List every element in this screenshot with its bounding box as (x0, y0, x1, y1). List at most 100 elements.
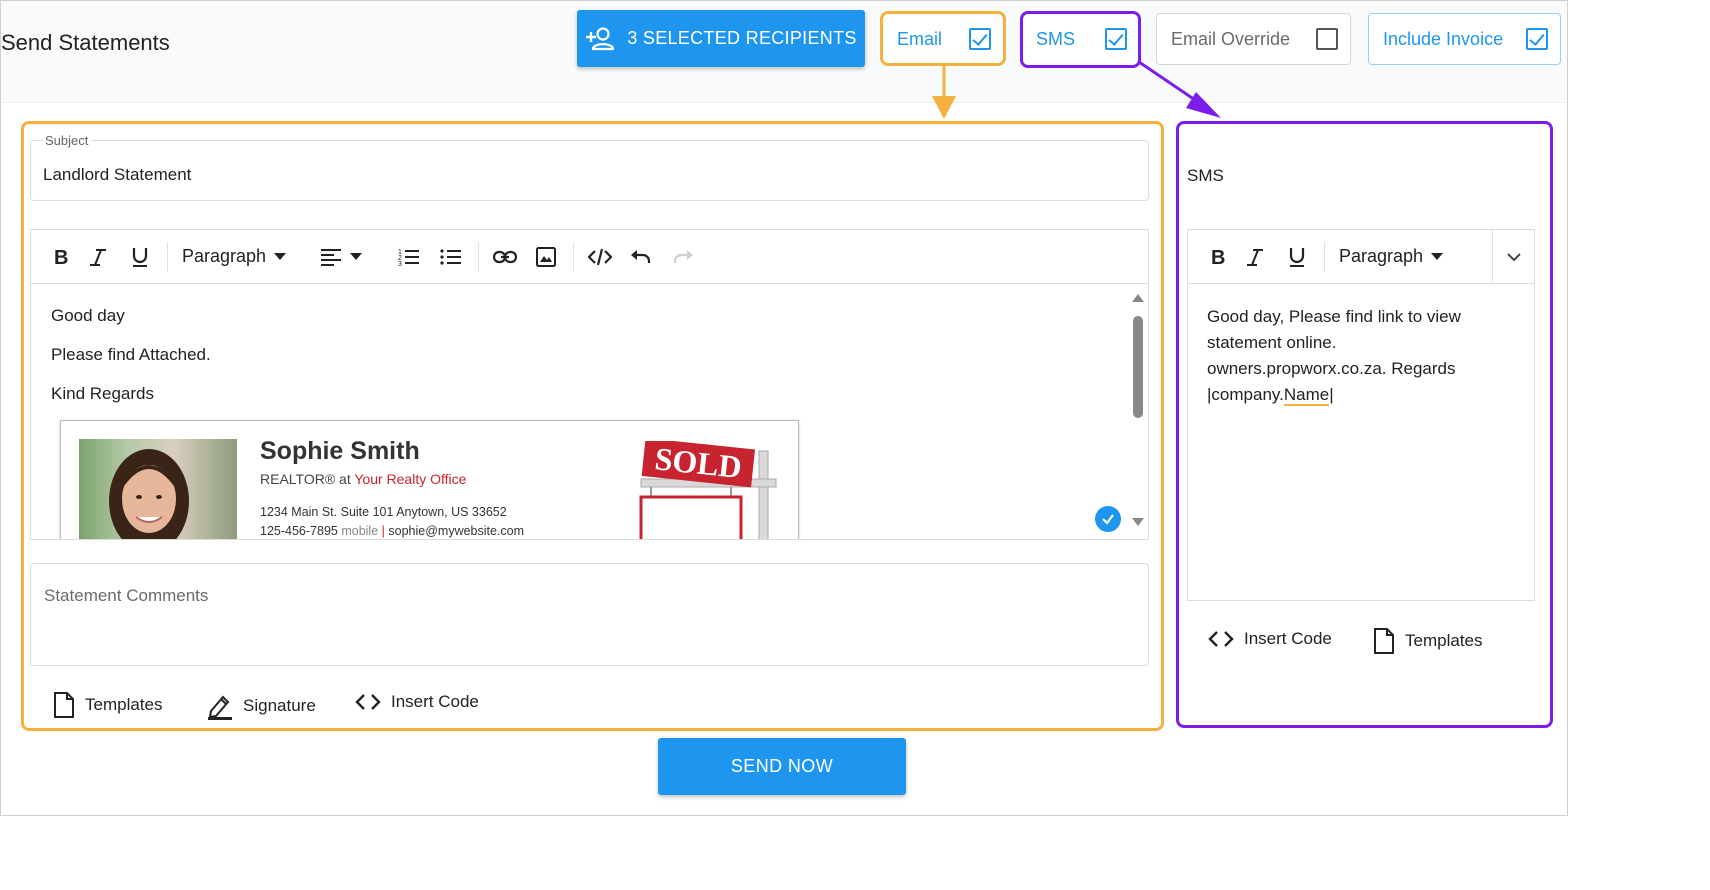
paragraph-format-dropdown[interactable]: Paragraph (174, 237, 294, 277)
statement-comments-placeholder: Statement Comments (44, 586, 209, 605)
ordered-list-button[interactable]: 123 (388, 237, 430, 277)
bold-icon: B (54, 247, 68, 267)
sms-insert-code-button[interactable]: Insert Code (1208, 629, 1332, 649)
document-icon (1374, 628, 1394, 654)
email-body-line: Good day (51, 306, 125, 325)
sms-body-text: Good day, Please find link to view state… (1207, 304, 1527, 408)
scrollbar-thumb[interactable] (1133, 316, 1143, 418)
toolbar-divider (167, 241, 168, 272)
email-templates-label: Templates (85, 695, 163, 714)
sms-body-line: statement online. (1207, 333, 1337, 352)
code-brackets-icon (355, 694, 381, 710)
email-signature-card: Sophie Smith REALTOR® at Your Realty Off… (60, 420, 799, 539)
redo-button[interactable] (662, 237, 704, 277)
sms-toolbar-more-button[interactable] (1492, 230, 1534, 284)
email-editor-toolbar: B Paragraph 123 (30, 229, 1149, 283)
ordered-list-icon: 123 (398, 249, 420, 267)
code-icon (588, 248, 613, 265)
sms-body-line: |company.Name| (1207, 382, 1527, 408)
sold-sign-graphic: SOLD (611, 438, 781, 539)
svg-text:3: 3 (398, 261, 402, 267)
chevron-down-icon (1506, 253, 1521, 262)
underline-icon (132, 247, 148, 267)
subject-field[interactable] (30, 140, 1149, 201)
sms-token-prefix: |company. (1207, 385, 1284, 404)
sms-body-line: owners.propworx.co.za. Regards (1207, 359, 1456, 378)
signature-address: 1234 Main St. Suite 101 Anytown, US 3365… (260, 505, 507, 519)
code-brackets-icon (1208, 631, 1234, 647)
signature-phone-type: mobile (341, 524, 379, 538)
signature-office: Your Realty Office (354, 471, 467, 487)
sms-token-suffix: | (1329, 385, 1334, 404)
signature-role: REALTOR® at Your Realty Office (260, 471, 466, 487)
email-body-line: Kind Regards (51, 384, 155, 403)
email-body-editor[interactable]: Good day Please find Attached. Kind Rega… (30, 283, 1149, 540)
sms-bold-button[interactable]: B (1202, 237, 1234, 277)
insert-link-button[interactable] (485, 237, 525, 277)
sms-italic-button[interactable] (1234, 237, 1276, 277)
send-now-button[interactable]: SEND NOW (658, 738, 906, 795)
sms-insert-code-label: Insert Code (1244, 629, 1332, 648)
undo-icon (631, 249, 651, 263)
signature-email: sophie@mywebsite.com (388, 524, 525, 538)
signature-role-prefix: REALTOR® at (260, 471, 355, 487)
sms-body-line: Good day, Please find link to view (1207, 307, 1461, 326)
signature-contact: 125-456-7895 mobile | sophie@mywebsite.c… (260, 524, 525, 538)
signature-photo (79, 439, 237, 539)
toolbar-divider (1324, 241, 1325, 272)
svg-text:B: B (1211, 247, 1225, 267)
toolbar-divider (573, 241, 575, 272)
italic-button[interactable] (77, 237, 119, 277)
email-body-line: Please find Attached. (51, 345, 211, 364)
subject-value: Landlord Statement (43, 165, 192, 184)
underline-button[interactable] (119, 237, 161, 277)
italic-icon (1247, 248, 1263, 266)
email-insert-code-label: Insert Code (391, 692, 479, 711)
chevron-down-icon (274, 253, 287, 260)
subject-label: Subject (43, 133, 91, 148)
sms-paragraph-format-label: Paragraph (1339, 246, 1424, 266)
italic-icon (90, 248, 106, 266)
sms-paragraph-format-dropdown[interactable]: Paragraph (1331, 237, 1451, 277)
statement-comments-field[interactable]: Statement Comments (30, 563, 1149, 666)
sms-title: SMS (1187, 166, 1224, 185)
image-icon (536, 246, 557, 267)
redo-icon (673, 249, 694, 263)
annotation-arrows (932, 60, 1221, 119)
send-now-label: SEND NOW (730, 756, 834, 776)
code-view-button[interactable] (580, 237, 620, 277)
email-insert-code-button[interactable]: Insert Code (355, 692, 479, 712)
underline-icon (1289, 247, 1305, 267)
insert-image-button[interactable] (525, 237, 567, 277)
sms-body-editor[interactable]: Good day, Please find link to view state… (1187, 283, 1535, 601)
grammar-check-icon[interactable] (1095, 506, 1121, 532)
sms-underline-button[interactable] (1276, 237, 1318, 277)
bullet-list-icon (440, 248, 462, 265)
sms-templates-button[interactable]: Templates (1373, 628, 1482, 654)
scroll-up-arrow-icon[interactable] (1132, 294, 1144, 302)
sms-token-word: Name (1283, 385, 1330, 406)
scroll-down-arrow-icon[interactable] (1132, 518, 1144, 526)
chevron-down-icon (350, 253, 363, 260)
sms-editor-toolbar: B Paragraph (1187, 229, 1535, 284)
signature-phone: 125-456-7895 (260, 524, 338, 538)
undo-button[interactable] (620, 237, 662, 277)
toolbar-divider (478, 241, 480, 272)
email-signature-button[interactable]: Signature (207, 692, 316, 720)
align-dropdown[interactable] (312, 237, 370, 277)
pen-icon (208, 695, 232, 720)
link-icon (493, 250, 518, 263)
bold-icon: B (1211, 247, 1225, 267)
signature-name: Sophie Smith (260, 437, 420, 465)
bold-button[interactable]: B (45, 237, 77, 277)
align-left-icon (321, 248, 342, 266)
email-signature-label: Signature (243, 696, 316, 715)
paragraph-format-label: Paragraph (182, 246, 267, 266)
document-icon (54, 692, 74, 718)
editor-scrollbar[interactable] (1128, 284, 1148, 539)
bullet-list-button[interactable] (430, 237, 472, 277)
chevron-down-icon (1431, 253, 1444, 260)
email-templates-button[interactable]: Templates (53, 692, 162, 718)
svg-text:B: B (54, 247, 68, 267)
sms-templates-label: Templates (1405, 631, 1483, 650)
